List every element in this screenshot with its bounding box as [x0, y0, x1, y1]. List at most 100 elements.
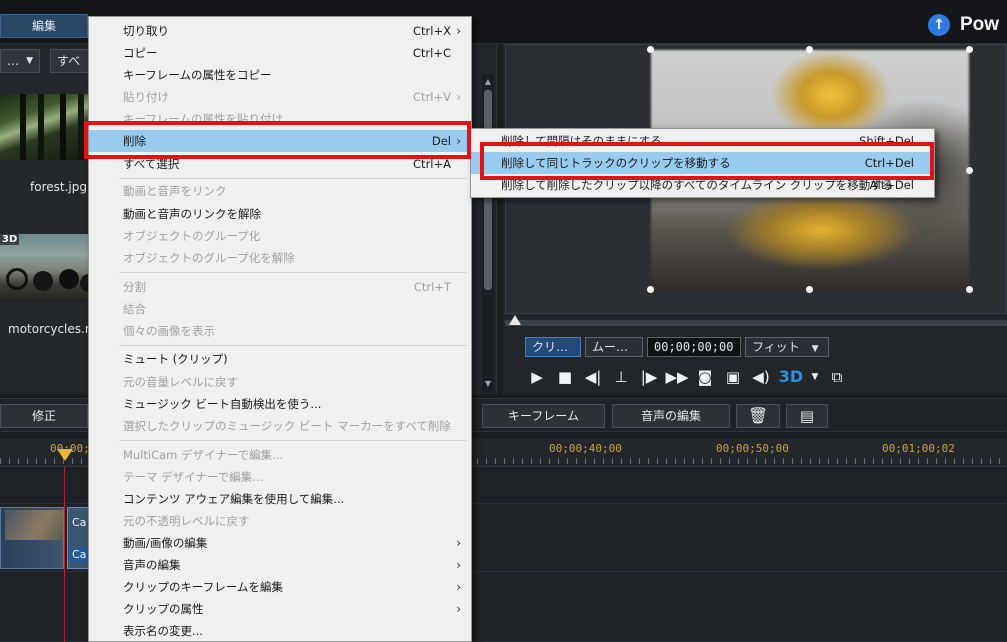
menu-item-paste[interactable]: 貼り付け Ctrl+V ›	[89, 86, 471, 108]
preview-window-icon[interactable]: ▣	[721, 366, 745, 388]
menu-item-clip-attributes[interactable]: クリップの属性 ›	[89, 598, 471, 620]
next-frame-icon[interactable]: |▶	[637, 366, 661, 388]
menu-item-label: 動画と音声のリンクを解除	[123, 207, 261, 221]
menu-item-auto-detect-beats[interactable]: ミュージック ビート自動検出を使う...	[89, 393, 471, 415]
menu-item-delete[interactable]: 削除 Del ›	[89, 130, 471, 152]
play-icon[interactable]: ▶	[525, 366, 549, 388]
timecode-display[interactable]: 00;00;00;00	[647, 337, 741, 357]
menu-item-edit-theme-designer[interactable]: テーマ デザイナーで編集...	[89, 466, 471, 488]
menu-separator	[119, 345, 467, 346]
menu-item-shortcut: Alt+Del	[869, 178, 914, 192]
audio-edit-button[interactable]: 音声の編集	[612, 404, 730, 428]
menu-item-label: 選択したクリップのミュージック ビート マーカーをすべて削除	[123, 419, 451, 433]
menu-item-show-individual-images[interactable]: 個々の画像を表示	[89, 320, 471, 342]
menu-item-label: 分割	[123, 280, 146, 294]
seek-slider-thumb[interactable]	[509, 315, 521, 325]
menu-item-remove-beat-markers[interactable]: 選択したクリップのミュージック ビート マーカーをすべて削除	[89, 415, 471, 437]
menu-item-group-objects[interactable]: オブジェクトのグループ化	[89, 225, 471, 247]
scroll-down-icon[interactable]: ▼	[482, 378, 494, 390]
menu-item-copy[interactable]: コピー Ctrl+C	[89, 42, 471, 64]
menu-item-label: 削除して同じトラックのクリップを移動する	[501, 156, 731, 170]
menu-item-label: クリップのキーフレームを編集	[123, 580, 283, 594]
menu-item-label: キーフレームの属性を貼り付け	[123, 112, 283, 126]
fast-forward-icon[interactable]: ▶▶	[665, 366, 689, 388]
submenu-item-delete-move-same-track[interactable]: 削除して同じトラックのクリップを移動する Ctrl+Del	[471, 152, 934, 174]
fit-dropdown[interactable]: フィット ▼	[745, 337, 829, 357]
snapshot-icon[interactable]: ◙	[693, 366, 717, 388]
submenu-item-delete-keep-gap[interactable]: 削除して間隔はそのままにする Shift+Del	[471, 130, 934, 152]
undock-icon[interactable]: ⧉	[825, 366, 849, 388]
chevron-down-icon[interactable]: ▼	[809, 366, 821, 388]
menu-separator	[119, 178, 467, 179]
menu-item-select-all[interactable]: すべて選択 Ctrl+A	[89, 153, 471, 175]
submenu-arrow-icon: ›	[456, 90, 461, 104]
library-scrollbar[interactable]: ▲ ▼	[482, 74, 494, 392]
menu-item-join[interactable]: 結合	[89, 298, 471, 320]
scroll-up-icon[interactable]: ▲	[482, 76, 494, 88]
tab-edit[interactable]: 編集	[0, 14, 88, 38]
menu-item-edit-clip-keyframes[interactable]: クリップのキーフレームを編集 ›	[89, 576, 471, 598]
delete-submenu: 削除して間隔はそのままにする Shift+Del 削除して同じトラックのクリップ…	[470, 128, 935, 198]
mark-in-icon[interactable]: ⊥	[609, 366, 633, 388]
menu-item-label: オブジェクトのグループ化	[123, 229, 261, 243]
resize-handle[interactable]	[806, 46, 813, 53]
library-view-dropdown[interactable]: … ▼	[0, 49, 40, 73]
menu-item-link-video-audio[interactable]: 動画と音声をリンク	[89, 180, 471, 202]
menu-item-shortcut: Ctrl+Del	[864, 156, 914, 170]
chapter-icon[interactable]: ▤	[786, 404, 828, 428]
menu-item-mute-clip[interactable]: ミュート (クリップ)	[89, 348, 471, 370]
menu-item-content-aware-edit[interactable]: コンテンツ アウェア編集を使用して編集...	[89, 488, 471, 510]
resize-handle[interactable]	[806, 286, 813, 293]
menu-item-cut[interactable]: 切り取り Ctrl+X ›	[89, 20, 471, 42]
media-thumbnail-motorcycles[interactable]: 3D	[0, 234, 88, 302]
menu-item-ungroup-objects[interactable]: オブジェクトのグループ化を解除	[89, 247, 471, 269]
submenu-arrow-icon: ›	[456, 602, 461, 616]
menu-item-shortcut: Ctrl+T	[413, 280, 451, 294]
menu-item-unlink-video-audio[interactable]: 動画と音声のリンクを解除	[89, 203, 471, 225]
menu-item-copy-keyframe-attributes[interactable]: キーフレームの属性をコピー	[89, 64, 471, 86]
playhead-line	[64, 467, 65, 642]
submenu-item-delete-move-all-tracks[interactable]: 削除して削除したクリップ以降のすべてのタイムライン クリップを移動する Alt+…	[471, 174, 934, 196]
menu-item-label: キーフレームの属性をコピー	[123, 68, 272, 82]
menu-item-restore-volume[interactable]: 元の音量レベルに戻す	[89, 371, 471, 393]
timeline-video-clip[interactable]	[0, 507, 64, 569]
resize-handle[interactable]	[647, 286, 654, 293]
ruler-timecode: 00;00;40;00	[549, 442, 622, 455]
menu-item-label: 削除して間隔はそのままにする	[501, 134, 662, 148]
menu-item-rename[interactable]: 表示名の変更...	[89, 620, 471, 642]
fit-dropdown-label: フィット	[752, 340, 800, 354]
trash-icon[interactable]: 🗑	[736, 404, 780, 428]
resize-handle[interactable]	[966, 46, 973, 53]
submenu-arrow-icon: ›	[456, 558, 461, 572]
menu-item-edit-audio[interactable]: 音声の編集 ›	[89, 554, 471, 576]
volume-icon[interactable]: ◀)	[749, 366, 773, 388]
menu-item-edit-multicam[interactable]: MultiCam デザイナーで編集...	[89, 444, 471, 466]
menu-item-label: 切り取り	[123, 24, 169, 38]
stop-icon[interactable]: ■	[553, 366, 577, 388]
menu-item-shortcut: Ctrl+C	[412, 46, 451, 60]
resize-handle[interactable]	[966, 286, 973, 293]
keyframe-button[interactable]: キーフレーム	[482, 404, 605, 428]
prev-frame-icon[interactable]: ◀|	[581, 366, 605, 388]
playhead-marker[interactable]	[57, 449, 73, 461]
3d-icon[interactable]: 3D	[777, 366, 805, 388]
playback-controls: ▶ ■ ◀| ⊥ |▶ ▶▶ ◙ ▣ ◀) 3D ▼ ⧉	[525, 366, 849, 388]
menu-item-label: コンテンツ アウェア編集を使用して編集...	[123, 492, 345, 506]
resize-handle[interactable]	[966, 167, 973, 174]
resize-handle[interactable]	[647, 46, 654, 53]
menu-item-label: ミュージック ビート自動検出を使う...	[123, 397, 322, 411]
menu-item-edit-video-image[interactable]: 動画/画像の編集 ›	[89, 532, 471, 554]
menu-item-paste-keyframe-attributes[interactable]: キーフレームの属性を貼り付け	[89, 108, 471, 130]
menu-item-label: オブジェクトのグループ化を解除	[123, 251, 295, 265]
menu-item-split[interactable]: 分割 Ctrl+T	[89, 276, 471, 298]
menu-item-label: 表示名の変更...	[123, 624, 203, 638]
fix-button[interactable]: 修正	[0, 404, 88, 428]
preview-seek-slider[interactable]	[505, 315, 1007, 326]
menu-item-restore-opacity[interactable]: 元の不透明レベルに戻す	[89, 510, 471, 532]
movie-mode-button[interactable]: ムー…	[585, 337, 643, 357]
clip-mode-button[interactable]: クリ…	[525, 337, 581, 357]
submenu-arrow-icon: ›	[456, 580, 461, 594]
media-thumbnail-forest[interactable]	[0, 94, 88, 160]
menu-separator	[119, 272, 467, 273]
timeline-caption-clip[interactable]: Ca Ca	[67, 507, 89, 569]
